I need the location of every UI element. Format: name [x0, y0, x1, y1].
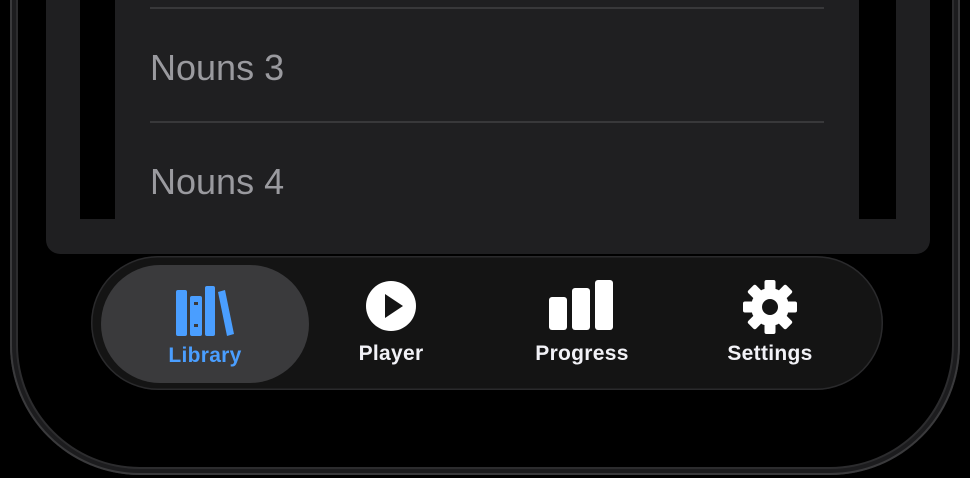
list-item-label: Nouns 3 [150, 47, 285, 88]
tab-player[interactable]: Player [301, 256, 481, 390]
list-item[interactable]: Nouns 4 [150, 121, 824, 219]
play-circle-icon [365, 280, 417, 337]
gear-icon [743, 280, 797, 339]
tab-label: Progress [535, 342, 629, 365]
library-books-icon [174, 286, 236, 343]
tab-bar: Library Player Progress Settings [91, 256, 883, 390]
tab-label: Library [168, 344, 242, 367]
list-sheet: Nouns 3 Nouns 4 [80, 0, 896, 219]
list-item-label: Nouns 4 [150, 161, 285, 202]
list-item[interactable]: Nouns 3 [150, 7, 824, 121]
lesson-list: Nouns 3 Nouns 4 [115, 0, 859, 219]
tab-label: Player [358, 342, 424, 365]
bar-chart-icon [549, 280, 615, 335]
tab-progress[interactable]: Progress [489, 256, 675, 390]
tab-label: Settings [727, 342, 813, 365]
tab-library[interactable]: Library [101, 265, 309, 383]
content-panel: Nouns 3 Nouns 4 [46, 0, 930, 254]
tab-settings[interactable]: Settings [679, 256, 861, 390]
